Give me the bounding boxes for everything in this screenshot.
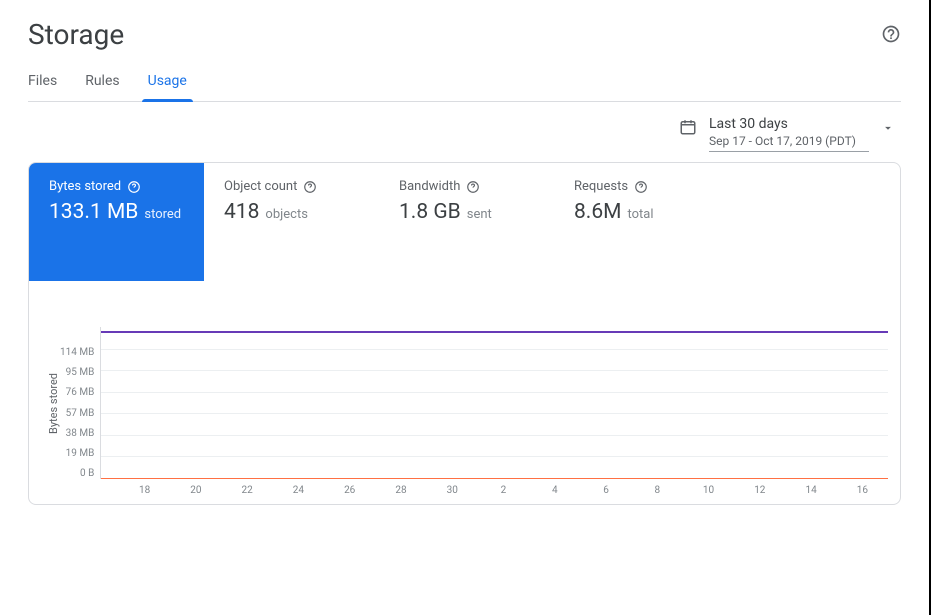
metric-requests[interactable]: Requests 8.6M total <box>554 163 729 281</box>
series-bytes-stored <box>101 331 888 333</box>
metric-value: 8.6M <box>574 200 621 224</box>
help-circle-icon[interactable] <box>303 180 317 194</box>
metric-object-count[interactable]: Object count 418 objects <box>204 163 379 281</box>
metric-suffix: stored <box>144 207 181 222</box>
plot-area <box>100 327 888 479</box>
tab-files[interactable]: Files <box>28 73 57 101</box>
metric-suffix: total <box>627 207 653 222</box>
metric-suffix: objects <box>265 207 308 222</box>
help-icon[interactable] <box>881 24 901 48</box>
tab-usage[interactable]: Usage <box>148 73 187 101</box>
usage-card: Bytes stored 133.1 MB stored Object coun… <box>28 162 901 505</box>
metric-title: Bytes stored <box>49 179 121 194</box>
tab-rules[interactable]: Rules <box>85 73 119 101</box>
page-title: Storage <box>28 18 124 51</box>
tabs: Files Rules Usage <box>28 73 901 102</box>
y-axis-ticks: . 114 MB 95 MB 76 MB 57 MB 38 MB 19 MB 0… <box>60 327 100 479</box>
series-baseline <box>101 478 888 479</box>
date-range-picker[interactable]: Last 30 days Sep 17 - Oct 17, 2019 (PDT) <box>679 116 901 152</box>
help-circle-icon[interactable] <box>634 180 648 194</box>
chevron-down-icon <box>881 120 895 139</box>
metric-value: 133.1 MB <box>49 200 138 224</box>
metric-title: Object count <box>224 179 297 194</box>
metric-title: Bandwidth <box>399 179 460 194</box>
metric-value: 1.8 GB <box>399 200 461 224</box>
chart: Bytes stored . 114 MB 95 MB 76 MB 57 MB … <box>29 281 900 504</box>
date-range-label: Last 30 days <box>709 116 869 132</box>
metric-bandwidth[interactable]: Bandwidth 1.8 GB sent <box>379 163 554 281</box>
help-circle-icon[interactable] <box>127 180 141 194</box>
date-range-value: Sep 17 - Oct 17, 2019 (PDT) <box>709 134 869 148</box>
metric-value: 418 <box>224 200 259 224</box>
metric-title: Requests <box>574 179 628 194</box>
help-circle-icon[interactable] <box>466 180 480 194</box>
metric-suffix: sent <box>467 207 492 222</box>
calendar-icon <box>679 118 697 140</box>
x-axis-ticks: 18 20 22 24 26 28 30 2 4 6 8 10 12 14 16 <box>119 485 888 496</box>
metric-bytes-stored[interactable]: Bytes stored 133.1 MB stored <box>29 163 204 281</box>
y-axis-title: Bytes stored <box>43 373 60 434</box>
